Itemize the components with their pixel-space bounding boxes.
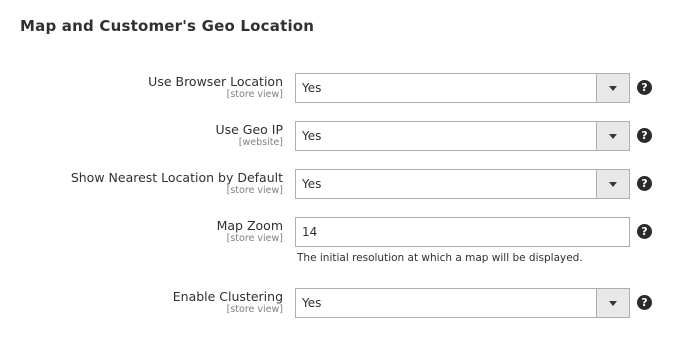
- use-geo-ip-select[interactable]: Yes: [295, 121, 630, 151]
- use-browser-location-select[interactable]: Yes: [295, 73, 630, 103]
- field-row-use-browser-location: Use Browser Location [store view] Yes ?: [0, 73, 685, 103]
- dropdown-button[interactable]: [596, 170, 629, 198]
- question-mark-icon[interactable]: ?: [637, 224, 652, 239]
- select-value: Yes: [302, 296, 322, 310]
- enable-clustering-select[interactable]: Yes: [295, 288, 630, 318]
- scope-label: [store view]: [226, 304, 283, 315]
- chevron-down-icon: [609, 301, 617, 306]
- section-title: Map and Customer's Geo Location: [20, 17, 315, 35]
- question-mark-icon[interactable]: ?: [637, 176, 652, 191]
- dropdown-button[interactable]: [596, 122, 629, 150]
- field-row-map-zoom: Map Zoom [store view] 14 ? The initial r…: [0, 217, 685, 267]
- chevron-down-icon: [609, 182, 617, 187]
- field-label-group: Enable Clustering [store view]: [173, 289, 283, 316]
- field-label: Use Geo IP: [215, 122, 283, 137]
- field-label: Enable Clustering: [172, 289, 283, 304]
- scope-label: [store view]: [226, 233, 283, 244]
- field-label-group: Show Nearest Location by Default [store …: [71, 170, 283, 197]
- field-row-enable-clustering: Enable Clustering [store view] Yes ?: [0, 288, 685, 318]
- field-label: Show Nearest Location by Default: [70, 170, 283, 185]
- select-value: Yes: [302, 177, 322, 191]
- question-mark-icon[interactable]: ?: [637, 80, 652, 95]
- field-note: The initial resolution at which a map wi…: [297, 252, 583, 264]
- field-label-group: Map Zoom [store view]: [217, 218, 283, 245]
- question-mark-icon[interactable]: ?: [637, 128, 652, 143]
- scope-label: [store view]: [226, 89, 283, 100]
- field-row-use-geo-ip: Use Geo IP [website] Yes ?: [0, 121, 685, 151]
- field-row-show-nearest-location: Show Nearest Location by Default [store …: [0, 169, 685, 199]
- field-label-group: Use Browser Location [store view]: [148, 74, 283, 101]
- dropdown-button[interactable]: [596, 74, 629, 102]
- map-zoom-input[interactable]: 14: [295, 217, 630, 247]
- select-value: Yes: [302, 129, 322, 143]
- field-label: Map Zoom: [216, 218, 283, 233]
- scope-label: [store view]: [226, 185, 283, 196]
- input-value: 14: [302, 225, 318, 239]
- select-value: Yes: [302, 81, 322, 95]
- field-label: Use Browser Location: [148, 74, 283, 89]
- dropdown-button[interactable]: [596, 289, 629, 317]
- scope-label: [website]: [238, 137, 283, 148]
- field-label-group: Use Geo IP [website]: [215, 122, 283, 149]
- chevron-down-icon: [609, 86, 617, 91]
- show-nearest-location-select[interactable]: Yes: [295, 169, 630, 199]
- question-mark-icon[interactable]: ?: [637, 295, 652, 310]
- chevron-down-icon: [609, 134, 617, 139]
